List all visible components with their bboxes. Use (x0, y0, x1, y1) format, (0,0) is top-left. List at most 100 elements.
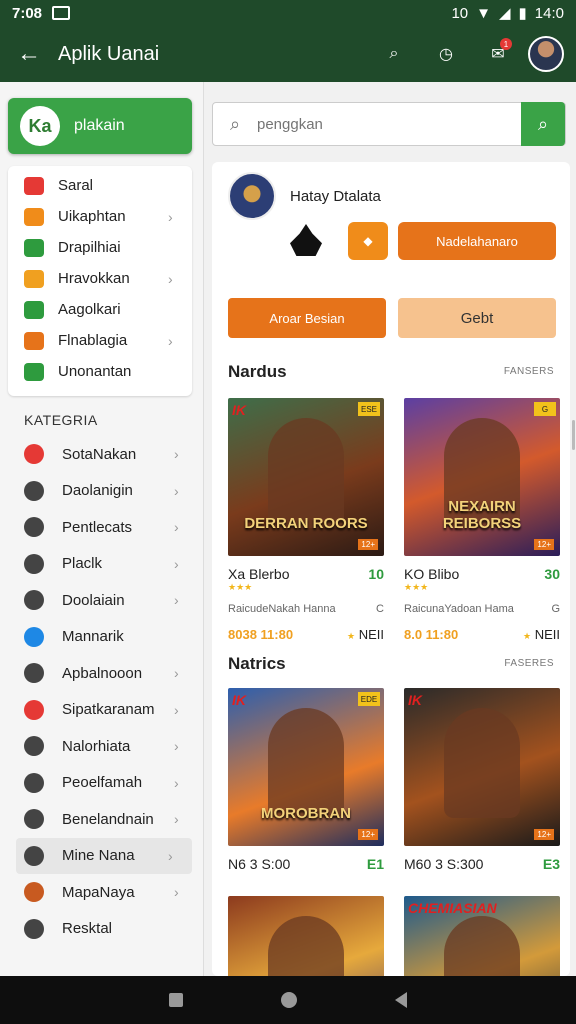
game-meta: 8.0 11:80 (404, 627, 459, 642)
game-subtitle-right: C (376, 603, 384, 615)
star-rating: ★★★ (404, 582, 429, 592)
category-item-label: Placlk (62, 555, 103, 573)
search-bar: ⌕ ⌕ (212, 102, 566, 146)
chevron-right-icon: › (174, 592, 179, 609)
sidebar-header[interactable]: Ka plakain (8, 98, 192, 154)
sidebar-item[interactable]: Aagolkari (8, 294, 192, 325)
category-item[interactable]: Apbalnooon › (8, 655, 198, 692)
game-card[interactable]: CHEMIASIANNENANAS (404, 896, 560, 976)
game-card[interactable]: G NEXAIRN REIBORSS 12+ KO Blibo 30 ★★★ Raic… (404, 398, 560, 642)
action-button-left[interactable]: Aroar Besian (228, 298, 386, 338)
category-item[interactable]: Benelandnain › (8, 801, 198, 838)
category-item-label: Benelandnain (62, 810, 154, 828)
game-rating-label: ★ NEII (523, 627, 560, 642)
game-subtitle: RaicudeNakah Hanna (228, 603, 336, 615)
game-name: N6 3 S:00 (228, 856, 291, 872)
search-button[interactable]: ⌕ (521, 102, 565, 146)
flag-icon (24, 331, 44, 350)
sidebar-item[interactable]: Flnablagia › (8, 325, 192, 356)
window-icon (24, 480, 44, 501)
section-more-1[interactable]: FANSERS (504, 366, 554, 377)
grid-icon (24, 772, 44, 793)
hero-figure (268, 708, 344, 818)
sidebar-item[interactable]: Saral (8, 170, 192, 201)
category-item[interactable]: Doolaiain › (8, 582, 198, 619)
game-logo-text: NEXAIRN REIBORSS (442, 498, 522, 532)
profile-avatar (228, 172, 276, 220)
game-logo-text: DERRAN ROORS (244, 515, 368, 532)
refresh-icon (24, 207, 44, 226)
primary-action-button[interactable]: Nadelahanaro (398, 222, 556, 260)
diamond-button[interactable]: ◆ (348, 222, 388, 260)
sidebar: Ka plakain Saral Uikaphtan › Drapilhiai Hrav… (0, 82, 204, 976)
category-item[interactable]: Mannarik (8, 619, 198, 656)
card-icon (24, 300, 44, 319)
game-card[interactable]: HEROAN (228, 896, 384, 976)
publisher-tag: IK (408, 692, 422, 708)
chevron-right-icon: › (174, 701, 179, 718)
rating-text: NEII (358, 627, 384, 642)
publisher-tag: CHEMIASIAN (408, 900, 497, 916)
swirl-icon (24, 517, 44, 538)
age-rating-badge: 12+ (358, 539, 378, 550)
search-action[interactable]: ⌕ (368, 26, 420, 82)
star-icon: ★ (523, 631, 532, 641)
sidebar-item[interactable]: Hravokkan › (8, 263, 192, 294)
recents-icon[interactable] (169, 993, 183, 1007)
user-avatar[interactable] (528, 36, 564, 72)
category-item[interactable]: Daolanigin › (8, 473, 198, 510)
category-item[interactable]: Placlk › (8, 546, 198, 583)
publisher-tag: IK (232, 692, 246, 708)
content-panel: Hatay Dtalata ◆ Nadelahanaro Aroar Besia… (212, 162, 570, 976)
signal-label: 10 (451, 4, 469, 22)
app-title: Aplik Uanai (58, 42, 160, 65)
house-icon (24, 918, 44, 939)
category-item[interactable]: Nalorhiata › (8, 728, 198, 765)
sidebar-item-label: Flnablagia (58, 332, 128, 349)
section-title-2: Natrics (228, 654, 286, 673)
star-rating: ★★★ (228, 582, 253, 592)
messages-action[interactable]: ✉ 1 (472, 26, 524, 82)
game-card[interactable]: IK EDE MOROBRAN 12+ N6 3 S:00 E1 (228, 688, 384, 872)
chevron-right-icon: › (174, 774, 179, 791)
profile-header[interactable]: Hatay Dtalata (228, 172, 381, 220)
action-button-right[interactable]: Gebt (398, 298, 556, 338)
circle-icon (24, 176, 44, 195)
sidebar-item[interactable]: Drapilhiai (8, 232, 192, 263)
chevron-right-icon: › (174, 446, 179, 463)
target-icon (24, 663, 44, 684)
publisher-tag: IK (232, 402, 246, 418)
section-more-2[interactable]: FASERES (504, 658, 554, 669)
category-item[interactable]: MapaNaya › (8, 874, 198, 911)
game-card[interactable]: IK 12+ M60 3 S:300 E3 (404, 688, 560, 872)
category-item[interactable]: Mine Nana › (16, 837, 192, 874)
wizard-hat-icon (290, 224, 322, 256)
category-item[interactable]: Pentlecats › (8, 509, 198, 546)
game-card[interactable]: IK ESE DERRAN ROORS 12+ Xa Blerbo 10 ★★★ Rai… (228, 398, 384, 642)
chevron-right-icon: › (174, 811, 179, 828)
keyboard-icon (24, 362, 44, 381)
section-title-1: Nardus (228, 362, 287, 381)
back-icon[interactable] (395, 992, 407, 1008)
scroll-indicator[interactable] (572, 420, 575, 450)
back-arrow-icon[interactable]: ← (0, 26, 58, 82)
search-icon: ⌕ (389, 45, 399, 62)
sidebar-item[interactable]: Uikaphtan › (8, 201, 192, 232)
search-input[interactable] (257, 115, 521, 133)
sidebar-header-label: plakain (74, 117, 125, 134)
category-item-label: Daolanigin (62, 482, 133, 500)
chevron-right-icon: › (174, 555, 179, 572)
info-action[interactable]: ◷ (420, 26, 472, 82)
category-item-label: MapaNaya (62, 883, 135, 901)
category-item[interactable]: Sipatkaranam › (8, 692, 198, 729)
home-icon[interactable] (281, 992, 297, 1008)
age-rating-badge: 12+ (534, 829, 554, 840)
game-thumbnail: G NEXAIRN REIBORSS 12+ (404, 398, 560, 556)
sidebar-item-label: Uikaphtan (58, 208, 126, 225)
category-item[interactable]: Resktal (8, 911, 198, 948)
game-thumbnail: CHEMIASIANNENANAS (404, 896, 560, 976)
category-item-label: Pentlecats (62, 518, 133, 536)
sidebar-item[interactable]: Unonantan (8, 356, 192, 387)
category-item[interactable]: Peoelfamah › (8, 765, 198, 802)
category-item[interactable]: SotaNakan › (8, 436, 198, 473)
